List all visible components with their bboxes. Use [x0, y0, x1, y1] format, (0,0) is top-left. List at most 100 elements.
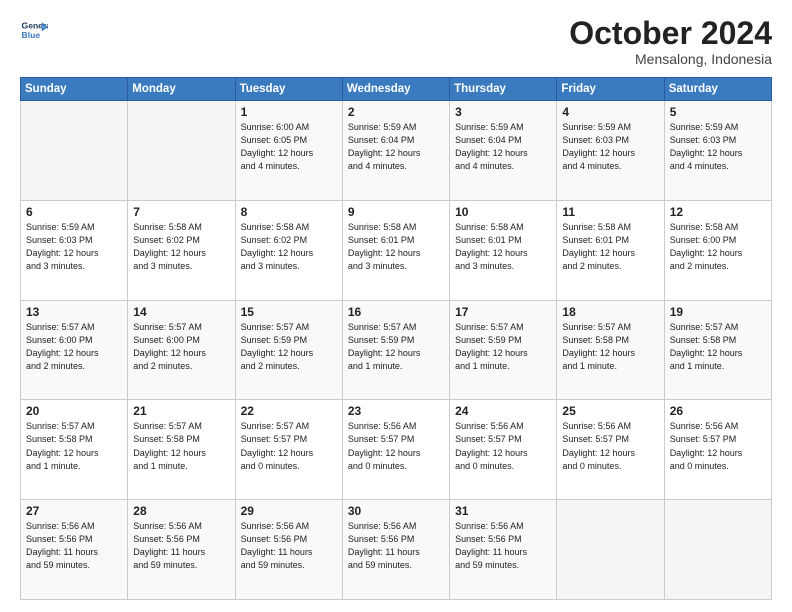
day-info: Sunrise: 5:59 AM Sunset: 6:04 PM Dayligh… — [455, 121, 551, 173]
day-info: Sunrise: 5:57 AM Sunset: 5:59 PM Dayligh… — [348, 321, 444, 373]
day-info: Sunrise: 5:56 AM Sunset: 5:57 PM Dayligh… — [455, 420, 551, 472]
day-info: Sunrise: 5:56 AM Sunset: 5:56 PM Dayligh… — [241, 520, 337, 572]
calendar-cell: 19 Sunrise: 5:57 AM Sunset: 5:58 PM Dayli… — [664, 300, 771, 400]
calendar-cell: 23 Sunrise: 5:56 AM Sunset: 5:57 PM Dayli… — [342, 400, 449, 500]
day-info: Sunrise: 5:56 AM Sunset: 5:56 PM Dayligh… — [455, 520, 551, 572]
day-info: Sunrise: 5:56 AM Sunset: 5:57 PM Dayligh… — [670, 420, 766, 472]
header: General Blue October 2024 Mensalong, Ind… — [20, 16, 772, 67]
calendar-cell — [21, 101, 128, 201]
calendar-cell: 3 Sunrise: 5:59 AM Sunset: 6:04 PM Daylig… — [450, 101, 557, 201]
calendar-cell: 8 Sunrise: 5:58 AM Sunset: 6:02 PM Daylig… — [235, 200, 342, 300]
calendar-cell: 31Sunrise: 5:56 AM Sunset: 5:56 PM Dayli… — [450, 500, 557, 600]
day-info: Sunrise: 5:56 AM Sunset: 5:57 PM Dayligh… — [348, 420, 444, 472]
svg-text:Blue: Blue — [22, 30, 41, 40]
col-sunday: Sunday — [21, 78, 128, 101]
day-number: 7 — [133, 205, 229, 219]
day-info: Sunrise: 5:58 AM Sunset: 6:02 PM Dayligh… — [241, 221, 337, 273]
col-tuesday: Tuesday — [235, 78, 342, 101]
calendar-header-row: Sunday Monday Tuesday Wednesday Thursday… — [21, 78, 772, 101]
day-number: 13 — [26, 305, 122, 319]
day-number: 17 — [455, 305, 551, 319]
calendar-cell: 27 Sunrise: 5:56 AM Sunset: 5:56 PM Dayli… — [21, 500, 128, 600]
day-info: Sunrise: 5:57 AM Sunset: 5:59 PM Dayligh… — [241, 321, 337, 373]
day-number: 23 — [348, 404, 444, 418]
day-info: Sunrise: 5:58 AM Sunset: 6:02 PM Dayligh… — [133, 221, 229, 273]
calendar-cell — [664, 500, 771, 600]
calendar-cell: 21 Sunrise: 5:57 AM Sunset: 5:58 PM Dayli… — [128, 400, 235, 500]
calendar-cell: 18 Sunrise: 5:57 AM Sunset: 5:58 PM Dayli… — [557, 300, 664, 400]
day-info: Sunrise: 5:57 AM Sunset: 6:00 PM Dayligh… — [26, 321, 122, 373]
day-number: 8 — [241, 205, 337, 219]
day-number: 9 — [348, 205, 444, 219]
day-number: 4 — [562, 105, 658, 119]
day-info: Sunrise: 5:59 AM Sunset: 6:03 PM Dayligh… — [562, 121, 658, 173]
calendar-cell: 25 Sunrise: 5:56 AM Sunset: 5:57 PM Dayli… — [557, 400, 664, 500]
day-info: Sunrise: 6:00 AM Sunset: 6:05 PM Dayligh… — [241, 121, 337, 173]
day-number: 24 — [455, 404, 551, 418]
day-number: 15 — [241, 305, 337, 319]
calendar-cell: 4 Sunrise: 5:59 AM Sunset: 6:03 PM Daylig… — [557, 101, 664, 201]
calendar-week-row: 13 Sunrise: 5:57 AM Sunset: 6:00 PM Dayli… — [21, 300, 772, 400]
day-number: 12 — [670, 205, 766, 219]
day-number: 21 — [133, 404, 229, 418]
calendar-cell: 12 Sunrise: 5:58 AM Sunset: 6:00 PM Dayli… — [664, 200, 771, 300]
calendar-cell: 1Sunrise: 6:00 AM Sunset: 6:05 PM Daylig… — [235, 101, 342, 201]
day-number: 26 — [670, 404, 766, 418]
day-info: Sunrise: 5:57 AM Sunset: 5:57 PM Dayligh… — [241, 420, 337, 472]
calendar-cell: 9 Sunrise: 5:58 AM Sunset: 6:01 PM Daylig… — [342, 200, 449, 300]
day-info: Sunrise: 5:57 AM Sunset: 5:58 PM Dayligh… — [670, 321, 766, 373]
month-title: October 2024 — [569, 16, 772, 51]
day-info: Sunrise: 5:57 AM Sunset: 5:58 PM Dayligh… — [562, 321, 658, 373]
calendar-week-row: 6Sunrise: 5:59 AM Sunset: 6:03 PM Daylig… — [21, 200, 772, 300]
calendar-cell: 14Sunrise: 5:57 AM Sunset: 6:00 PM Dayli… — [128, 300, 235, 400]
day-number: 22 — [241, 404, 337, 418]
day-number: 3 — [455, 105, 551, 119]
calendar-cell: 24 Sunrise: 5:56 AM Sunset: 5:57 PM Dayli… — [450, 400, 557, 500]
day-number: 27 — [26, 504, 122, 518]
calendar-cell: 20 Sunrise: 5:57 AM Sunset: 5:58 PM Dayli… — [21, 400, 128, 500]
day-info: Sunrise: 5:56 AM Sunset: 5:56 PM Dayligh… — [26, 520, 122, 572]
calendar-cell: 26 Sunrise: 5:56 AM Sunset: 5:57 PM Dayli… — [664, 400, 771, 500]
day-number: 28 — [133, 504, 229, 518]
day-info: Sunrise: 5:59 AM Sunset: 6:04 PM Dayligh… — [348, 121, 444, 173]
day-number: 11 — [562, 205, 658, 219]
calendar-cell: 7 Sunrise: 5:58 AM Sunset: 6:02 PM Daylig… — [128, 200, 235, 300]
day-info: Sunrise: 5:56 AM Sunset: 5:57 PM Dayligh… — [562, 420, 658, 472]
col-wednesday: Wednesday — [342, 78, 449, 101]
day-number: 18 — [562, 305, 658, 319]
calendar-cell: 6Sunrise: 5:59 AM Sunset: 6:03 PM Daylig… — [21, 200, 128, 300]
day-info: Sunrise: 5:57 AM Sunset: 5:59 PM Dayligh… — [455, 321, 551, 373]
day-number: 25 — [562, 404, 658, 418]
day-number: 19 — [670, 305, 766, 319]
day-info: Sunrise: 5:58 AM Sunset: 6:01 PM Dayligh… — [562, 221, 658, 273]
day-number: 5 — [670, 105, 766, 119]
logo-icon: General Blue — [20, 16, 48, 44]
calendar-cell: 2 Sunrise: 5:59 AM Sunset: 6:04 PM Daylig… — [342, 101, 449, 201]
calendar-week-row: 20 Sunrise: 5:57 AM Sunset: 5:58 PM Dayli… — [21, 400, 772, 500]
calendar-cell: 16 Sunrise: 5:57 AM Sunset: 5:59 PM Dayli… — [342, 300, 449, 400]
day-info: Sunrise: 5:58 AM Sunset: 6:00 PM Dayligh… — [670, 221, 766, 273]
calendar-cell: 13 Sunrise: 5:57 AM Sunset: 6:00 PM Dayli… — [21, 300, 128, 400]
day-info: Sunrise: 5:58 AM Sunset: 6:01 PM Dayligh… — [348, 221, 444, 273]
day-number: 16 — [348, 305, 444, 319]
page: General Blue October 2024 Mensalong, Ind… — [0, 0, 792, 612]
calendar-cell: 11 Sunrise: 5:58 AM Sunset: 6:01 PM Dayli… — [557, 200, 664, 300]
calendar-cell: 22 Sunrise: 5:57 AM Sunset: 5:57 PM Dayli… — [235, 400, 342, 500]
day-number: 14 — [133, 305, 229, 319]
calendar-cell: 15 Sunrise: 5:57 AM Sunset: 5:59 PM Dayli… — [235, 300, 342, 400]
calendar-cell: 30 Sunrise: 5:56 AM Sunset: 5:56 PM Dayli… — [342, 500, 449, 600]
day-number: 30 — [348, 504, 444, 518]
calendar-cell: 29Sunrise: 5:56 AM Sunset: 5:56 PM Dayli… — [235, 500, 342, 600]
day-info: Sunrise: 5:59 AM Sunset: 6:03 PM Dayligh… — [670, 121, 766, 173]
day-number: 20 — [26, 404, 122, 418]
day-info: Sunrise: 5:57 AM Sunset: 5:58 PM Dayligh… — [26, 420, 122, 472]
calendar-cell: 5 Sunrise: 5:59 AM Sunset: 6:03 PM Daylig… — [664, 101, 771, 201]
day-number: 2 — [348, 105, 444, 119]
calendar-cell — [557, 500, 664, 600]
day-info: Sunrise: 5:56 AM Sunset: 5:56 PM Dayligh… — [348, 520, 444, 572]
calendar-cell: 28Sunrise: 5:56 AM Sunset: 5:56 PM Dayli… — [128, 500, 235, 600]
location: Mensalong, Indonesia — [569, 51, 772, 67]
day-info: Sunrise: 5:59 AM Sunset: 6:03 PM Dayligh… — [26, 221, 122, 273]
day-info: Sunrise: 5:57 AM Sunset: 5:58 PM Dayligh… — [133, 420, 229, 472]
col-friday: Friday — [557, 78, 664, 101]
